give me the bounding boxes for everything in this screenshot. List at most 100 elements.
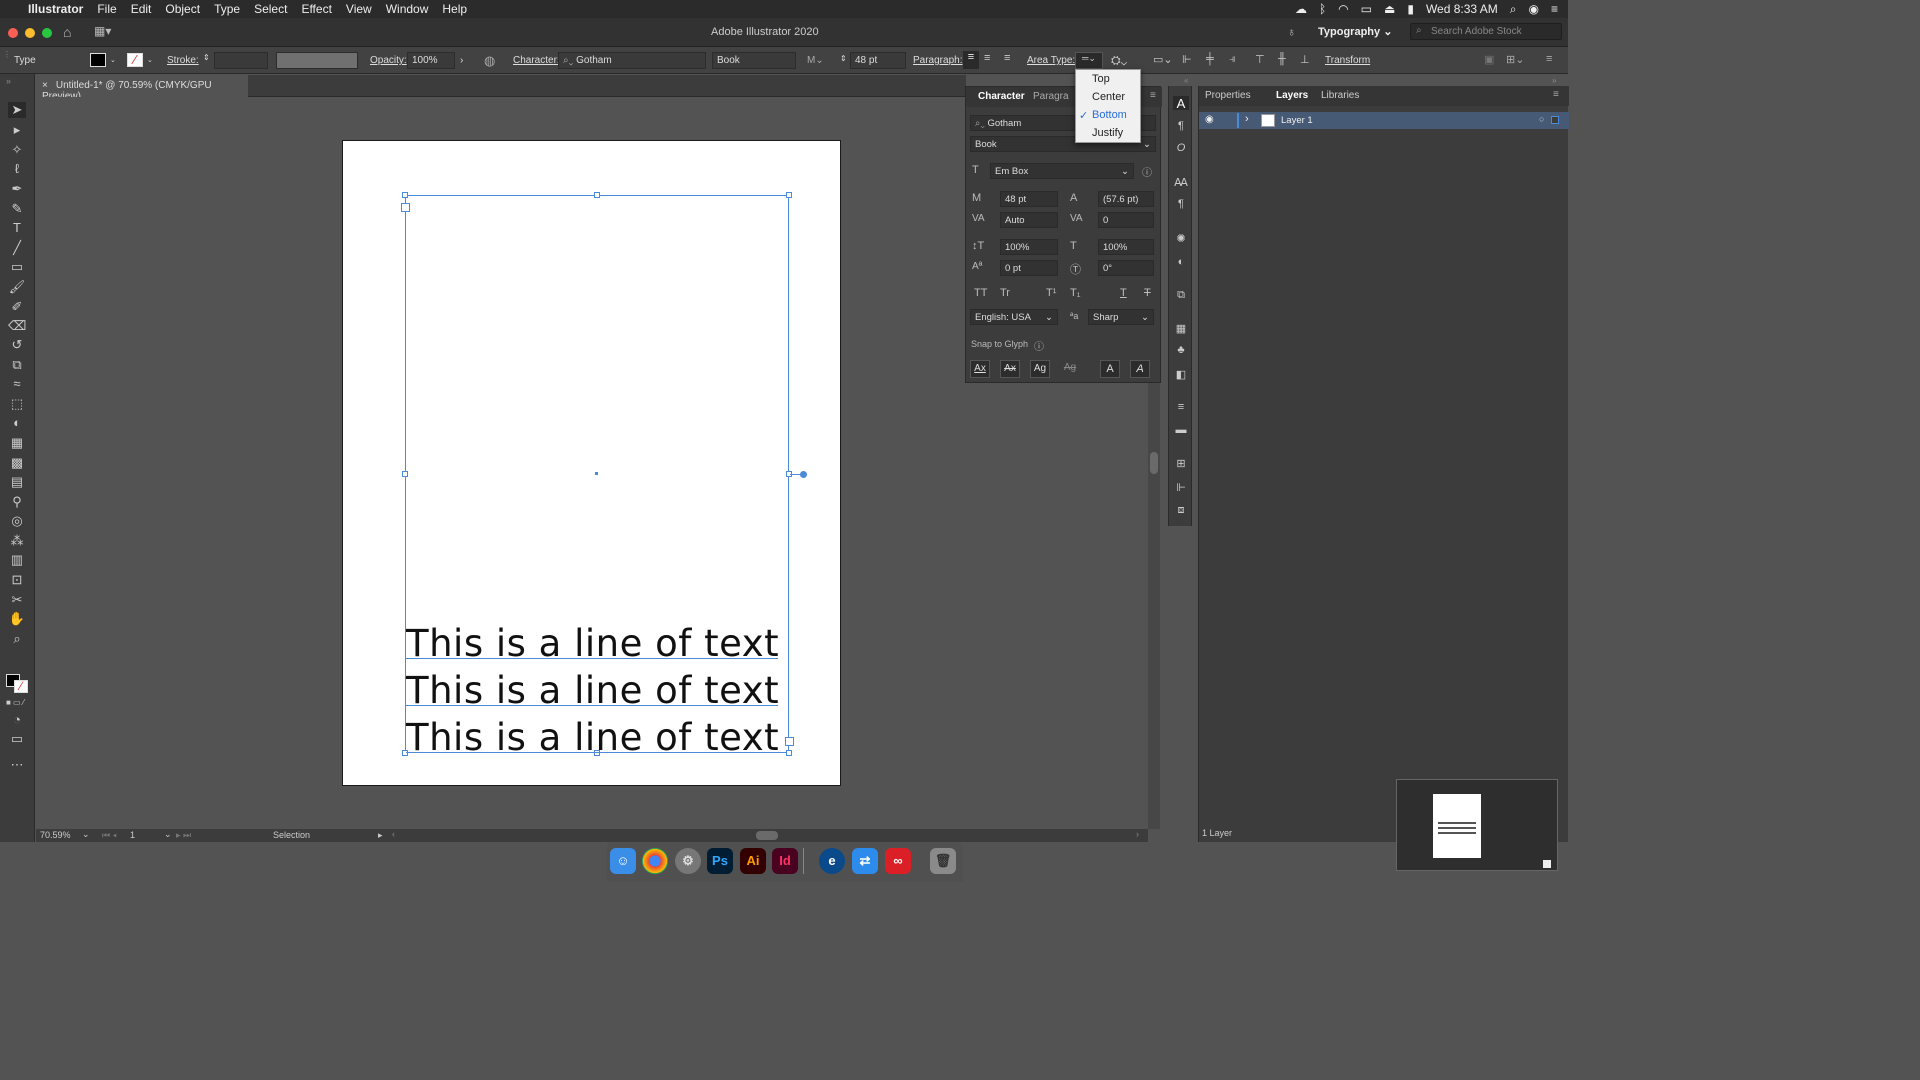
color-modes-icon[interactable]: ■ ▭ ⁄ — [6, 698, 24, 707]
opacity-label[interactable]: Opacity: — [370, 55, 407, 66]
scroll-right-icon[interactable]: › — [1136, 829, 1139, 839]
language-field[interactable]: English: USA ⌄ — [970, 309, 1058, 325]
eraser-tool-icon[interactable]: ⌫ — [8, 318, 26, 334]
screen-mode-icon[interactable]: ▭ — [8, 731, 26, 747]
handle-top-center[interactable] — [594, 192, 600, 198]
magic-wand-tool-icon[interactable]: ✧ — [8, 142, 26, 158]
menu-object[interactable]: Object — [165, 2, 200, 16]
anti-aliasing-field[interactable]: Sharp ⌄ — [1088, 309, 1154, 325]
stroke-dropdown-icon[interactable]: ⌄ — [147, 56, 153, 64]
tools-collapse-icon[interactable]: » — [6, 76, 11, 86]
app-menu[interactable]: Illustrator — [28, 2, 83, 16]
font-size-field[interactable]: 48 pt — [850, 52, 906, 69]
zoom-level[interactable]: 70.59% — [40, 830, 71, 840]
opacity-arrow-icon[interactable]: › — [460, 55, 463, 66]
align-to-icon[interactable]: ▭⌄ — [1153, 53, 1173, 66]
tab-paragraph[interactable]: Paragra — [1033, 91, 1069, 102]
tab-properties[interactable]: Properties — [1205, 90, 1251, 101]
gradient-panel-icon[interactable]: ▬ — [1173, 424, 1189, 438]
em-box-field[interactable]: Em Box ⌄ — [990, 163, 1134, 179]
expand-layer-icon[interactable]: › — [1245, 113, 1249, 125]
touch-type-icon[interactable]: T — [972, 164, 979, 176]
align-left-objects-icon[interactable]: ⊩ — [1182, 53, 1192, 66]
kerning-field[interactable]: Auto — [1000, 212, 1058, 228]
gradient-tool-icon[interactable]: ▤ — [8, 474, 26, 490]
menu-type[interactable]: Type — [214, 2, 240, 16]
zoom-tool-icon[interactable]: ⌕ — [8, 631, 26, 647]
align-right-icon[interactable]: ≡ — [1004, 52, 1010, 64]
photoshop-icon[interactable]: Ps — [707, 848, 733, 874]
control-center-icon[interactable]: ≡ — [1551, 2, 1558, 16]
document-tab[interactable]: ×Untitled-1* @ 70.59% (CMYK/GPU Preview) — [36, 75, 248, 102]
tracking-field[interactable]: 0 — [1098, 212, 1154, 228]
stroke-weight-field[interactable] — [214, 52, 268, 69]
last-artboard-icon[interactable]: ▸ ⏭ — [176, 830, 191, 841]
creative-cloud-app-icon[interactable]: ∞ — [885, 848, 911, 874]
align-hcenter-objects-icon[interactable]: ╪ — [1206, 53, 1214, 65]
fill-color-swatch[interactable] — [90, 53, 106, 67]
shape-widget-handle[interactable] — [800, 471, 807, 478]
close-window-button[interactable] — [8, 28, 18, 38]
subscript-icon[interactable]: T₁ — [1070, 287, 1080, 299]
pathfinder-panel-icon[interactable]: ⧉ — [1173, 289, 1189, 303]
close-tab-icon[interactable]: × — [42, 80, 48, 91]
tab-libraries[interactable]: Libraries — [1321, 90, 1359, 101]
out-port[interactable] — [785, 737, 794, 746]
arrange-documents-icon[interactable]: ▦▾ — [94, 24, 111, 38]
tab-layers[interactable]: Layers — [1276, 90, 1308, 101]
column-graph-tool-icon[interactable]: ▥ — [8, 552, 26, 568]
edit-toolbar-icon[interactable]: ⋯ — [8, 757, 26, 773]
navigator-resize-icon[interactable] — [1543, 860, 1551, 868]
snap-xheight-icon[interactable]: Ax — [1000, 360, 1020, 378]
indesign-icon[interactable]: Id — [772, 848, 798, 874]
swatches-panel-icon[interactable]: ▦ — [1173, 322, 1189, 336]
font-style-field[interactable]: Book — [712, 52, 796, 69]
chrome-icon[interactable] — [642, 848, 668, 874]
bluetooth-icon[interactable]: ᛒ — [1319, 2, 1326, 16]
lasso-tool-icon[interactable]: ℓ — [8, 161, 26, 177]
tab-character[interactable]: Character — [978, 91, 1025, 102]
line-tool-icon[interactable]: ╱ — [8, 240, 26, 256]
in-port[interactable] — [401, 203, 410, 212]
paintbrush-tool-icon[interactable]: 🖌 — [8, 279, 26, 295]
layer-selection-indicator[interactable] — [1551, 116, 1559, 124]
symbols-panel-icon[interactable]: ♣ — [1173, 344, 1189, 358]
eject-icon[interactable]: ⏏ — [1384, 2, 1395, 16]
battery-icon[interactable]: ▮ — [1407, 2, 1414, 16]
align-vcenter-objects-icon[interactable]: ╫ — [1278, 53, 1286, 65]
transform-link[interactable]: Transform — [1325, 55, 1370, 66]
handle-middle-left[interactable] — [402, 471, 408, 477]
snap-angular-guides-icon[interactable]: A — [1100, 360, 1120, 378]
arrange-icon[interactable]: ⊞⌄ — [1506, 53, 1524, 66]
snap-info-icon[interactable]: ⓘ — [1034, 338, 1044, 353]
finder-icon[interactable]: ☺ — [610, 848, 636, 874]
paragraph-styles-icon[interactable]: ¶ — [1173, 198, 1189, 212]
layer-name[interactable]: Layer 1 — [1281, 115, 1313, 126]
snap-glyph-bounds-icon[interactable]: Ag — [1030, 360, 1050, 378]
symbol-sprayer-tool-icon[interactable]: ⁂ — [8, 533, 26, 549]
edge-icon[interactable]: e — [819, 848, 845, 874]
character-styles-icon[interactable]: Ꜳ — [1173, 176, 1189, 190]
eyedropper-tool-icon[interactable]: ⚲ — [8, 494, 26, 510]
airplay-icon[interactable]: ▭ — [1361, 2, 1372, 16]
appearance-panel-icon[interactable]: ✺ — [1173, 232, 1189, 246]
all-caps-icon[interactable]: TT — [974, 287, 987, 299]
stroke-panel-icon[interactable]: ≡ — [1173, 401, 1189, 415]
expand-panels-icon[interactable]: « — [1184, 76, 1188, 85]
panel-menu-icon[interactable]: ≡ — [1150, 90, 1156, 101]
home-icon[interactable]: ⌂ — [63, 24, 71, 40]
navigator-preview[interactable] — [1396, 779, 1558, 871]
stroke-label[interactable]: Stroke: — [167, 55, 199, 66]
leading-field[interactable]: (57.6 pt) — [1098, 191, 1154, 207]
control-menu-icon[interactable]: ≡ — [1546, 53, 1552, 65]
fill-dropdown-icon[interactable]: ⌄ — [110, 56, 116, 64]
selection-tool-icon[interactable]: ➤ — [8, 102, 26, 118]
stroke-color-box[interactable]: ⁄ — [14, 680, 28, 693]
hand-tool-icon[interactable]: ✋ — [8, 611, 26, 627]
menu-edit[interactable]: Edit — [131, 2, 152, 16]
status-menu-icon[interactable]: ▸ — [378, 830, 383, 841]
area-type-label[interactable]: Area Type: — [1027, 55, 1075, 66]
superscript-icon[interactable]: T¹ — [1046, 287, 1056, 299]
menu-help[interactable]: Help — [442, 2, 467, 16]
area-type-bottom[interactable]: Bottom — [1092, 109, 1127, 125]
